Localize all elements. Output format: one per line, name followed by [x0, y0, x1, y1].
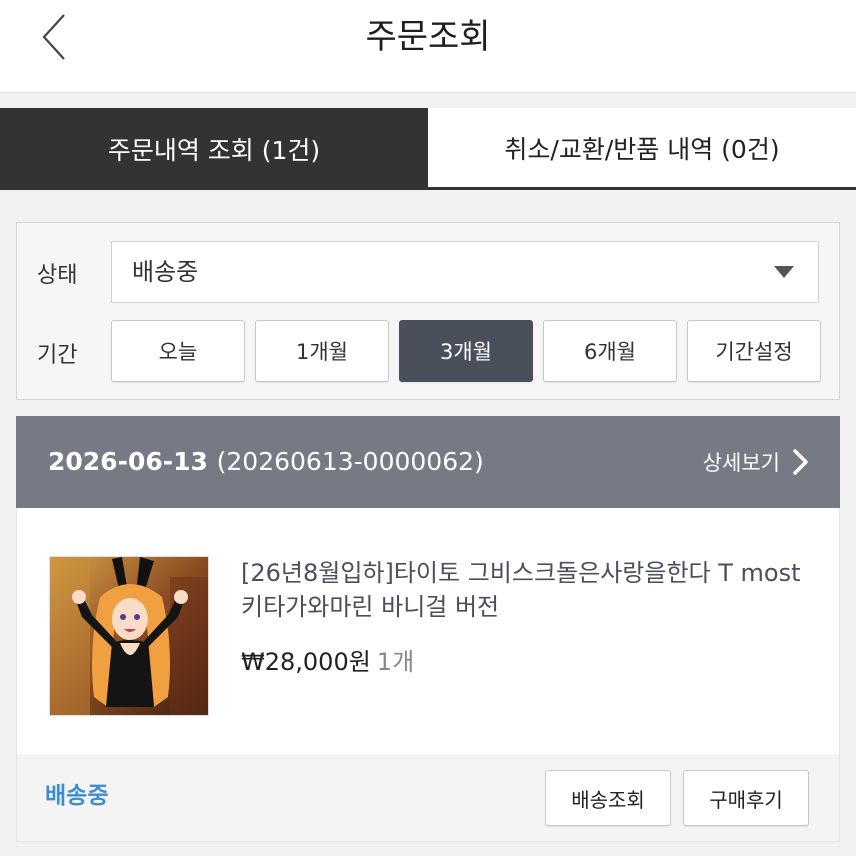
order-date-line: 2026-06-13 (20260613-0000062)	[48, 416, 484, 508]
product-title[interactable]: [26년8월입하]타이토 그비스크돌은사랑을한다 T most 키타가와마린 바…	[241, 556, 801, 624]
order-header: 2026-06-13 (20260613-0000062) 상세보기	[16, 416, 840, 508]
app-header: 주문조회	[0, 0, 856, 90]
order-item: [26년8월입하]타이토 그비스크돌은사랑을한다 T most 키타가와마린 바…	[16, 508, 840, 754]
detail-link-label: 상세보기	[702, 451, 780, 475]
order-filter: 상태 배송중 기간 오늘 1개월 3개월 6개월 기간설정	[16, 222, 840, 400]
header-divider	[0, 92, 856, 108]
tab-order-history[interactable]: 주문내역 조회 (1건)	[0, 108, 428, 190]
status-label: 상태	[37, 263, 78, 288]
delivery-status: 배송중	[45, 783, 109, 809]
product-thumbnail[interactable]	[49, 556, 209, 716]
status-select-value: 배송중	[132, 258, 199, 286]
track-delivery-button[interactable]: 배송조회	[545, 770, 671, 826]
caret-down-icon	[774, 266, 794, 278]
period-3month-button[interactable]: 3개월	[399, 320, 533, 382]
period-label: 기간	[37, 343, 78, 368]
product-quantity: 1개	[376, 648, 415, 676]
order-tabs: 주문내역 조회 (1건) 취소/교환/반품 내역 (0건)	[0, 108, 856, 190]
write-review-button[interactable]: 구매후기	[683, 770, 809, 826]
price-line: ₩28,000원 1개	[241, 642, 414, 677]
tab-cancel-exchange-return[interactable]: 취소/교환/반품 내역 (0건)	[428, 108, 856, 190]
period-today-button[interactable]: 오늘	[111, 320, 245, 382]
chevron-right-icon	[793, 449, 808, 475]
order-number: (20260613-0000062)	[216, 447, 484, 476]
status-select[interactable]: 배송중	[111, 241, 819, 303]
period-custom-button[interactable]: 기간설정	[687, 320, 821, 382]
period-1month-button[interactable]: 1개월	[255, 320, 389, 382]
product-image	[50, 557, 208, 715]
order-footer: 배송중 배송조회 구매후기	[16, 754, 840, 842]
page-title: 주문조회	[365, 17, 491, 57]
order-detail-link[interactable]: 상세보기	[703, 416, 810, 508]
period-6month-button[interactable]: 6개월	[543, 320, 677, 382]
order-date: 2026-06-13	[48, 447, 208, 476]
product-price: ₩28,000원	[241, 648, 371, 676]
